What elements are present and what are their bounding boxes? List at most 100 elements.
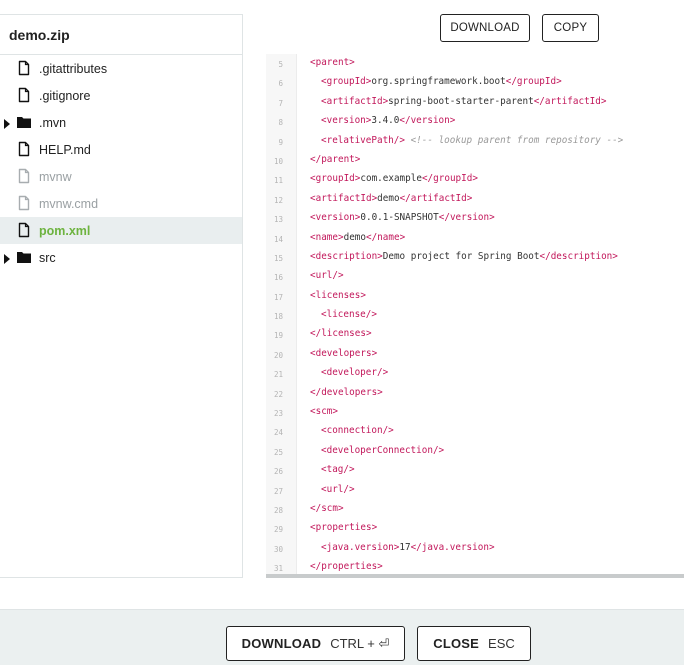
code-text: <relativePath/> <!-- lookup parent from … bbox=[321, 135, 623, 146]
line-number: 27 bbox=[273, 486, 283, 496]
code-line: 31 </properties> bbox=[266, 558, 684, 574]
xml-text-token: org.springframework.boot bbox=[371, 76, 506, 88]
download-project-button[interactable]: DOWNLOAD CTRL + ⏎ bbox=[226, 626, 405, 661]
download-file-button[interactable]: DOWNLOAD bbox=[440, 14, 530, 42]
code-text: <tag/> bbox=[321, 464, 355, 475]
file-item[interactable]: .gitattributes bbox=[0, 55, 242, 82]
code-line: 18 <license/> bbox=[266, 306, 684, 325]
code-text: <developerConnection/> bbox=[321, 445, 444, 456]
code-line: 17 <licenses> bbox=[266, 287, 684, 306]
xml-tag-token: </java.version> bbox=[410, 541, 495, 553]
explorer-header: demo.zip bbox=[0, 15, 242, 55]
line-number: 22 bbox=[273, 389, 283, 399]
archive-title: demo.zip bbox=[9, 26, 70, 43]
xml-tag-token: <parent> bbox=[310, 57, 355, 68]
code-line: 30 <java.version>17</java.version> bbox=[266, 539, 684, 558]
download-shortcut-hint: CTRL + ⏎ bbox=[330, 635, 390, 651]
code-text: </licenses> bbox=[310, 328, 372, 339]
file-item[interactable]: mvnw.cmd bbox=[0, 190, 242, 217]
code-line: 27 <url/> bbox=[266, 481, 684, 500]
code-text: </properties> bbox=[310, 561, 383, 572]
code-line: 12 <artifactId>demo</artifactId> bbox=[266, 190, 684, 209]
xml-tag-token: <relativePath/> bbox=[321, 134, 405, 146]
code-line: 11 <groupId>com.example</groupId> bbox=[266, 170, 684, 189]
xml-tag-token: </version> bbox=[399, 115, 456, 127]
code-line: 16 <url/> bbox=[266, 267, 684, 286]
file-icon bbox=[16, 195, 32, 211]
caret-right-icon[interactable] bbox=[4, 253, 10, 264]
xml-tag-token: </licenses> bbox=[310, 328, 372, 340]
xml-tag-token: <connection/> bbox=[321, 425, 394, 437]
file-item-label: pom.xml bbox=[39, 224, 91, 238]
code-line: 7 <artifactId>spring-boot-starter-parent<… bbox=[266, 93, 684, 112]
xml-tag-token: <artifactId> bbox=[310, 192, 378, 204]
close-button-label: CLOSE bbox=[433, 636, 480, 651]
code-text: <url/> bbox=[321, 484, 355, 495]
file-item[interactable]: HELP.md bbox=[0, 136, 242, 163]
copy-button[interactable]: COPY bbox=[542, 14, 599, 42]
file-item[interactable]: pom.xml bbox=[0, 217, 242, 244]
line-number: 7 bbox=[278, 98, 283, 108]
xml-tag-token: </parent> bbox=[310, 153, 361, 165]
xml-tag-token: <scm> bbox=[310, 406, 338, 418]
code-line: 10 </parent> bbox=[266, 151, 684, 170]
code-line: 19 </licenses> bbox=[266, 325, 684, 344]
code-viewer[interactable]: 5 <parent> 6 <groupId>org.springframework.b… bbox=[266, 54, 684, 578]
close-button[interactable]: CLOSE ESC bbox=[417, 626, 531, 661]
file-item[interactable]: mvnw bbox=[0, 163, 242, 190]
xml-tag-token: </scm> bbox=[310, 502, 344, 514]
file-icon bbox=[16, 168, 32, 184]
file-item-label: .gitignore bbox=[39, 89, 91, 103]
line-number: 23 bbox=[273, 409, 283, 419]
xml-tag-token: </version> bbox=[438, 212, 495, 224]
file-explorer-panel: demo.zip .gitattributes .gitignore .mvn HEL… bbox=[0, 14, 243, 578]
download-button-label: DOWNLOAD bbox=[241, 636, 322, 651]
xml-tag-token: <properties> bbox=[310, 522, 378, 534]
code-text: <groupId>com.example</groupId> bbox=[310, 173, 478, 184]
code-text: <connection/> bbox=[321, 425, 394, 436]
code-line: 22 </developers> bbox=[266, 384, 684, 403]
xml-tag-token: <licenses> bbox=[310, 289, 366, 301]
xml-tag-token: <name> bbox=[310, 231, 344, 243]
folder-item[interactable]: .mvn bbox=[0, 109, 242, 136]
xml-tag-token: <groupId> bbox=[310, 173, 361, 185]
code-line: 23 <scm> bbox=[266, 403, 684, 422]
xml-tag-token: <developer/> bbox=[321, 367, 389, 379]
file-item[interactable]: .gitignore bbox=[0, 82, 242, 109]
xml-tag-token: </artifactId> bbox=[533, 95, 607, 107]
line-number: 26 bbox=[273, 467, 283, 477]
code-text: <description>Demo project for Spring Boo… bbox=[310, 251, 618, 262]
caret-right-icon[interactable] bbox=[4, 118, 10, 129]
file-item-label: src bbox=[39, 251, 56, 265]
xml-tag-token: </properties> bbox=[310, 561, 383, 573]
line-number: 21 bbox=[273, 370, 283, 380]
xml-text-token: demo bbox=[343, 231, 366, 243]
code-text: <artifactId>demo</artifactId> bbox=[310, 193, 472, 204]
code-text: <groupId>org.springframework.boot</group… bbox=[321, 76, 562, 87]
xml-tag-token: </groupId> bbox=[421, 173, 478, 185]
xml-tag-token: <tag/> bbox=[321, 464, 355, 476]
code-line: 29 <properties> bbox=[266, 519, 684, 538]
line-number: 24 bbox=[273, 428, 283, 438]
code-text: <parent> bbox=[310, 57, 355, 68]
line-number: 13 bbox=[273, 215, 283, 225]
file-item-label: .mvn bbox=[39, 116, 67, 130]
xml-tag-token: <description> bbox=[310, 250, 383, 262]
file-icon bbox=[16, 60, 32, 76]
line-number: 10 bbox=[273, 156, 283, 166]
code-text: <url/> bbox=[310, 270, 344, 281]
code-text: <artifactId>spring-boot-starter-parent</… bbox=[321, 96, 606, 107]
xml-tag-token: </groupId> bbox=[505, 76, 562, 88]
file-icon bbox=[16, 222, 32, 238]
file-item-label: mvnw.cmd bbox=[39, 197, 99, 211]
line-number: 16 bbox=[273, 273, 283, 283]
code-text: <properties> bbox=[310, 522, 377, 533]
code-text: <scm> bbox=[310, 406, 338, 417]
folder-item[interactable]: src bbox=[0, 244, 242, 271]
xml-text-token: spring-boot-starter-parent bbox=[388, 95, 534, 107]
code-line: 5 <parent> bbox=[266, 54, 684, 73]
xml-tag-token: </artifactId> bbox=[399, 192, 473, 204]
file-item-label: mvnw bbox=[39, 170, 72, 184]
line-number: 30 bbox=[273, 544, 283, 554]
code-text: <name>demo</name> bbox=[310, 232, 405, 243]
